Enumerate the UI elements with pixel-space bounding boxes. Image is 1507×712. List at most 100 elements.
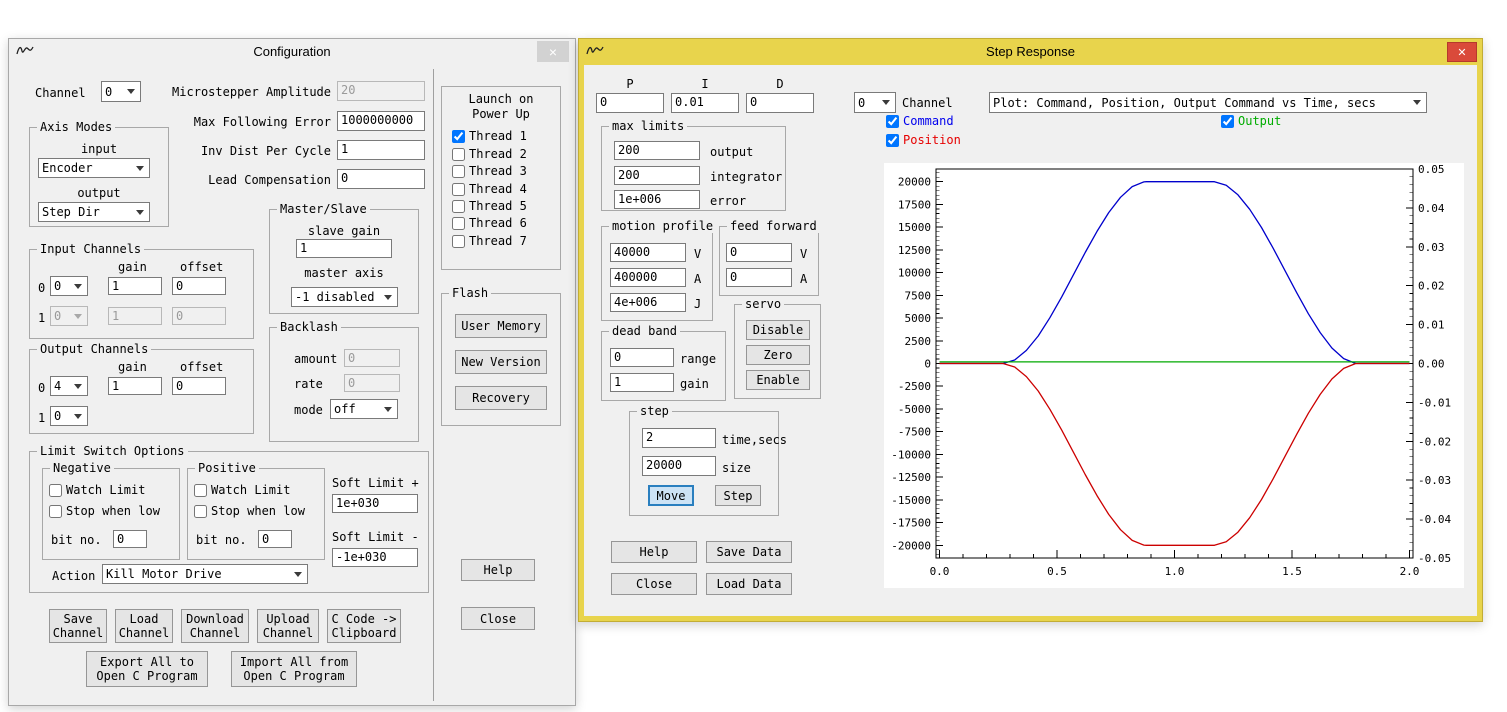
step-button[interactable]: Step bbox=[715, 485, 761, 506]
save-data-button[interactable]: Save Data bbox=[706, 541, 792, 563]
backlash-mode-select[interactable]: off bbox=[330, 399, 398, 419]
input-channel-0-offset-input[interactable]: 0 bbox=[172, 277, 226, 295]
input-channel-1-select[interactable]: 0 bbox=[50, 306, 88, 326]
slave-gain-input[interactable]: 1 bbox=[296, 239, 392, 258]
recovery-button[interactable]: Recovery bbox=[455, 386, 547, 410]
thread-3-checkbox[interactable]: Thread 3 bbox=[452, 164, 527, 178]
checkbox-box[interactable] bbox=[49, 505, 62, 518]
max-error-input[interactable]: 1e+006 bbox=[614, 190, 700, 209]
thread-6-checkbox[interactable]: Thread 6 bbox=[452, 216, 527, 230]
master-axis-select[interactable]: -1 disabled bbox=[291, 287, 398, 307]
acceleration-input[interactable]: 400000 bbox=[610, 268, 686, 287]
checkbox-box[interactable] bbox=[1221, 115, 1234, 128]
backlash-rate-input[interactable]: 0 bbox=[344, 374, 400, 392]
load-data-button[interactable]: Load Data bbox=[706, 573, 792, 595]
max-following-error-input[interactable]: 1000000000 bbox=[337, 111, 425, 131]
lead-compensation-input[interactable]: 0 bbox=[337, 169, 425, 189]
move-button[interactable]: Move bbox=[648, 485, 694, 506]
step-time-input[interactable]: 2 bbox=[642, 428, 716, 448]
help-button[interactable]: Help bbox=[611, 541, 697, 563]
dead-band-range-input[interactable]: 0 bbox=[610, 348, 674, 367]
channel-select[interactable]: 0 bbox=[854, 92, 896, 113]
thread-4-checkbox[interactable]: Thread 4 bbox=[452, 182, 527, 196]
thread-1-checkbox[interactable]: Thread 1 bbox=[452, 129, 527, 143]
checkbox-box[interactable] bbox=[452, 235, 465, 248]
checkbox-label: Watch Limit bbox=[211, 483, 290, 497]
output-channel-0-select[interactable]: 4 bbox=[50, 376, 88, 396]
input-channel-0-gain-input[interactable]: 1 bbox=[108, 277, 162, 295]
c-code-clipboard-button[interactable]: C Code -> Clipboard bbox=[327, 609, 401, 643]
backlash-amount-input[interactable]: 0 bbox=[344, 349, 400, 367]
servo-enable-button[interactable]: Enable bbox=[746, 370, 810, 390]
positive-bit-no-input[interactable]: 0 bbox=[258, 530, 292, 548]
d-gain-input[interactable]: 0 bbox=[746, 93, 814, 113]
output-channel-0-offset-input[interactable]: 0 bbox=[172, 377, 226, 395]
soft-limit-plus-input[interactable]: 1e+030 bbox=[332, 494, 418, 513]
negative-bit-no-input[interactable]: 0 bbox=[113, 530, 147, 548]
positive-stop-when-low-checkbox[interactable]: Stop when low bbox=[194, 504, 305, 518]
dead-band-gain-input[interactable]: 1 bbox=[610, 373, 674, 392]
checkbox-box[interactable] bbox=[886, 115, 899, 128]
step-size-input[interactable]: 20000 bbox=[642, 456, 716, 476]
p-gain-input[interactable]: 0 bbox=[596, 93, 664, 113]
thread-2-checkbox[interactable]: Thread 2 bbox=[452, 147, 527, 161]
import-all-button[interactable]: Import All from Open C Program bbox=[231, 651, 357, 687]
thread-5-checkbox[interactable]: Thread 5 bbox=[452, 199, 527, 213]
command-checkbox[interactable]: Command bbox=[886, 114, 954, 128]
output-mode-select[interactable]: Step Dir bbox=[38, 202, 150, 222]
i-gain-input[interactable]: 0.01 bbox=[671, 93, 739, 113]
save-channel-button[interactable]: Save Channel bbox=[49, 609, 107, 643]
limit-action-select[interactable]: Kill Motor Drive bbox=[102, 564, 308, 584]
soft-limit-minus-input[interactable]: -1e+030 bbox=[332, 548, 418, 567]
feed-forward-a-input[interactable]: 0 bbox=[726, 268, 792, 287]
output-channel-0-gain-input[interactable]: 1 bbox=[108, 377, 162, 395]
checkbox-box[interactable] bbox=[452, 130, 465, 143]
checkbox-box[interactable] bbox=[452, 165, 465, 178]
load-channel-button[interactable]: Load Channel bbox=[115, 609, 173, 643]
feed-forward-v-input[interactable]: 0 bbox=[726, 243, 792, 262]
close-icon[interactable]: × bbox=[537, 41, 569, 62]
inv-dist-per-cycle-input[interactable]: 1 bbox=[337, 140, 425, 160]
input-mode-select[interactable]: Encoder bbox=[38, 158, 150, 178]
input-channel-1-offset-input[interactable]: 0 bbox=[172, 307, 226, 325]
checkbox-box[interactable] bbox=[886, 134, 899, 147]
input-channel-0-select[interactable]: 0 bbox=[50, 276, 88, 296]
servo-zero-button[interactable]: Zero bbox=[746, 345, 810, 365]
close-button[interactable]: Close bbox=[611, 573, 697, 595]
microstepper-amplitude-input[interactable]: 20 bbox=[337, 81, 425, 101]
user-memory-button[interactable]: User Memory bbox=[455, 314, 547, 338]
new-version-button[interactable]: New Version bbox=[455, 350, 547, 374]
step-response-titlebar[interactable]: Step Response ✕ bbox=[579, 39, 1482, 65]
output-checkbox[interactable]: Output bbox=[1221, 114, 1281, 128]
value: -1 disabled bbox=[295, 290, 374, 304]
position-checkbox[interactable]: Position bbox=[886, 133, 961, 147]
checkbox-box[interactable] bbox=[194, 484, 207, 497]
positive-watch-limit-checkbox[interactable]: Watch Limit bbox=[194, 483, 290, 497]
input-channel-1-gain-input[interactable]: 1 bbox=[108, 307, 162, 325]
checkbox-box[interactable] bbox=[452, 183, 465, 196]
plot-mode-select[interactable]: Plot: Command, Position, Output Command … bbox=[989, 92, 1427, 113]
configuration-titlebar[interactable]: Configuration × bbox=[9, 39, 575, 65]
max-output-input[interactable]: 200 bbox=[614, 141, 700, 160]
checkbox-box[interactable] bbox=[452, 200, 465, 213]
help-button[interactable]: Help bbox=[461, 559, 535, 581]
jerk-input[interactable]: 4e+006 bbox=[610, 293, 686, 312]
checkbox-box[interactable] bbox=[49, 484, 62, 497]
output-channel-1-select[interactable]: 0 bbox=[50, 406, 88, 426]
checkbox-box[interactable] bbox=[194, 505, 207, 518]
negative-watch-limit-checkbox[interactable]: Watch Limit bbox=[49, 483, 145, 497]
channel-select[interactable]: 0 bbox=[101, 81, 141, 102]
thread-7-checkbox[interactable]: Thread 7 bbox=[452, 234, 527, 248]
close-button[interactable]: Close bbox=[461, 607, 535, 630]
checkbox-box[interactable] bbox=[452, 148, 465, 161]
download-channel-button[interactable]: Download Channel bbox=[181, 609, 249, 643]
chevron-down-icon bbox=[74, 414, 82, 419]
upload-channel-button[interactable]: Upload Channel bbox=[257, 609, 319, 643]
checkbox-box[interactable] bbox=[452, 217, 465, 230]
negative-stop-when-low-checkbox[interactable]: Stop when low bbox=[49, 504, 160, 518]
servo-disable-button[interactable]: Disable bbox=[746, 320, 810, 340]
velocity-input[interactable]: 40000 bbox=[610, 243, 686, 262]
max-integrator-input[interactable]: 200 bbox=[614, 166, 700, 185]
close-icon[interactable]: ✕ bbox=[1447, 42, 1477, 62]
export-all-button[interactable]: Export All to Open C Program bbox=[86, 651, 208, 687]
